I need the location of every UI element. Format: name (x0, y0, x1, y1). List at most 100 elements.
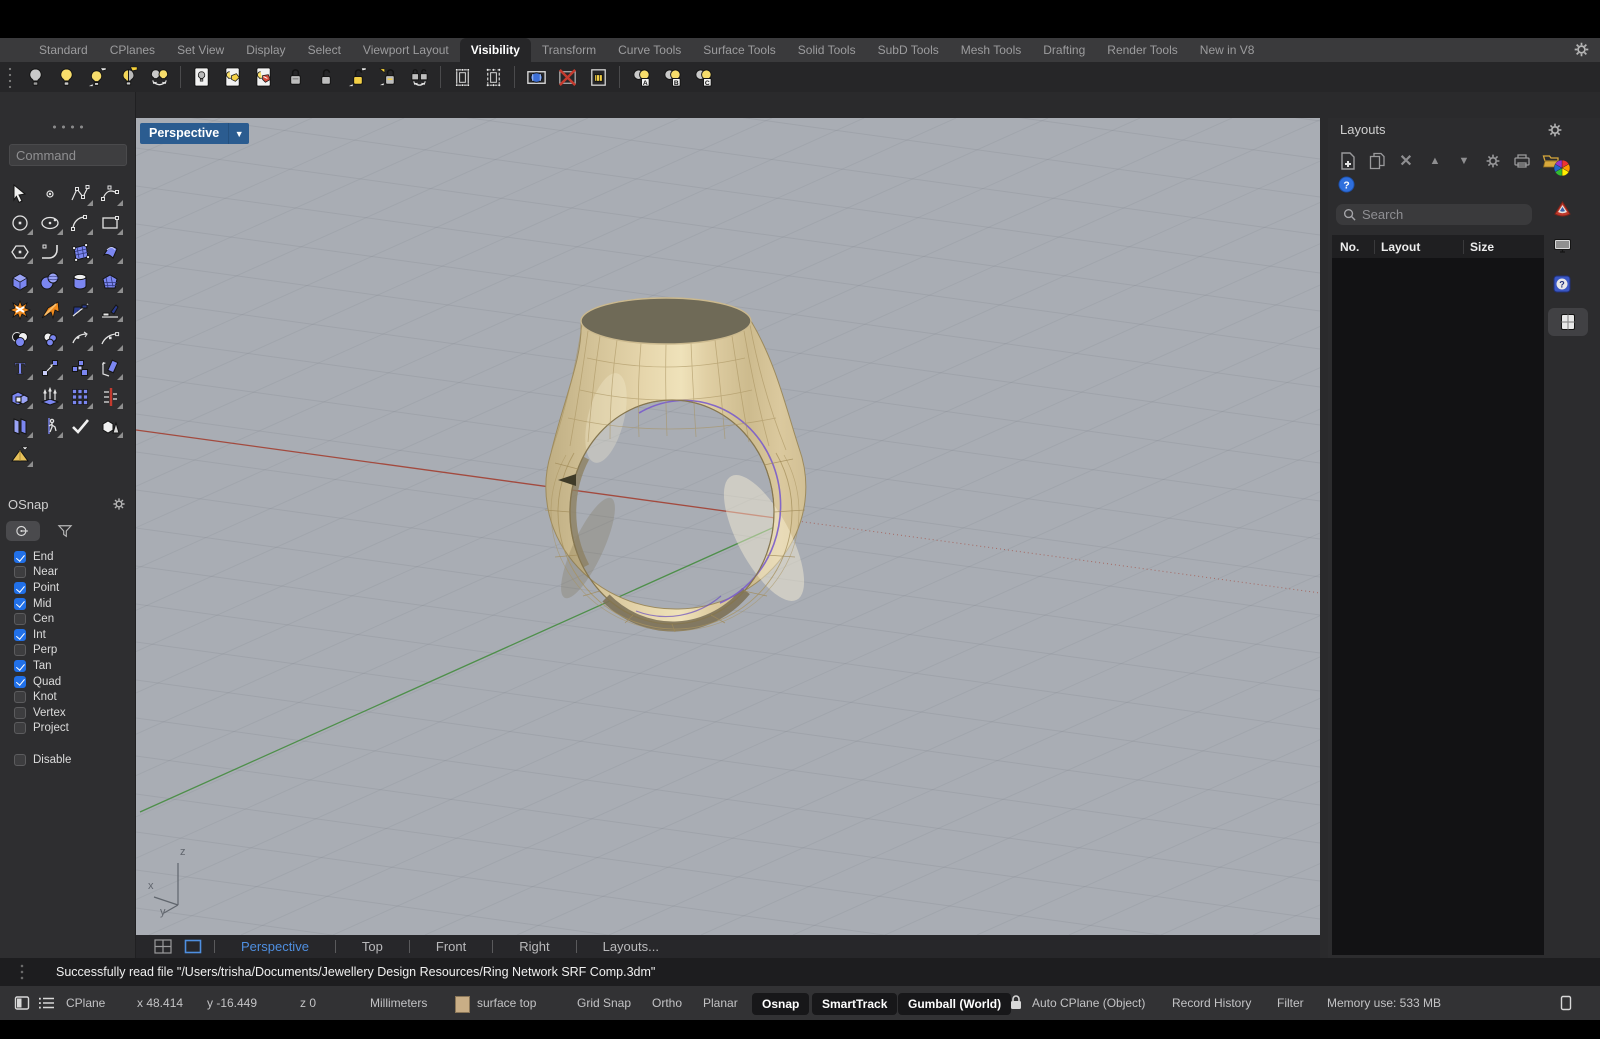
osnap-perp[interactable]: Perp (14, 643, 71, 659)
cplane-button[interactable]: CPlane (66, 986, 105, 1020)
rotate-tool-icon[interactable] (96, 354, 124, 381)
tab-curve-tools[interactable]: Curve Tools (607, 38, 692, 62)
hide-objects-icon[interactable] (22, 64, 48, 90)
surface-from-points-tool-icon[interactable] (66, 238, 94, 265)
coordinate-z[interactable]: z 0 (300, 986, 316, 1020)
tab-render-tools[interactable]: Render Tools (1096, 38, 1189, 62)
sidebar-drag-handle[interactable] (50, 125, 86, 129)
osnap-end[interactable]: End (14, 549, 71, 565)
tab-visibility[interactable]: Visibility (459, 38, 531, 62)
check-tool-icon[interactable] (66, 412, 94, 439)
render-panel-icon[interactable] (1548, 194, 1576, 222)
bulb-a-icon[interactable]: A (628, 64, 654, 90)
tab-cplanes[interactable]: CPlanes (99, 38, 166, 62)
print-icon[interactable] (1512, 152, 1532, 170)
control-point-curve-tool-icon[interactable] (66, 180, 94, 207)
box-tool-icon[interactable] (6, 267, 34, 294)
layout-properties-gear-icon[interactable] (1483, 152, 1503, 170)
history-drag-handle[interactable] (20, 963, 24, 981)
pyramid-tool-icon[interactable] (6, 441, 34, 468)
unlock-selected-icon[interactable] (344, 64, 370, 90)
display-panel-icon[interactable] (1548, 232, 1576, 260)
osnap-gear-icon[interactable] (112, 497, 126, 511)
command-history-bar[interactable]: Successfully read file "/Users/trisha/Do… (0, 958, 1600, 986)
boolean-difference-tool-icon[interactable] (36, 325, 64, 352)
offset-surface-tool-icon[interactable] (6, 412, 34, 439)
viewport-tab-top[interactable]: Top (336, 939, 409, 954)
column-no[interactable]: No. (1332, 240, 1374, 254)
coordinate-x[interactable]: x 48.414 (137, 986, 183, 1020)
show-render-mesh-icon[interactable] (523, 64, 549, 90)
ortho-toggle[interactable]: Ortho (652, 986, 682, 1020)
explode-tool-icon[interactable] (6, 296, 34, 323)
swap-locked-icon[interactable] (406, 64, 432, 90)
tab-mesh-tools[interactable]: Mesh Tools (950, 38, 1032, 62)
array-tool-icon[interactable] (66, 383, 94, 410)
filter-button[interactable]: Filter (1277, 986, 1304, 1020)
viewport-menu-chevron-icon[interactable]: ▼ (228, 123, 249, 144)
unlock-objects-icon[interactable] (313, 64, 339, 90)
rebuild-curve-tool-icon[interactable] (66, 325, 94, 352)
tab-subd-tools[interactable]: SubD Tools (867, 38, 950, 62)
osnap-tan[interactable]: Tan (14, 658, 71, 674)
checkbox-int[interactable] (14, 628, 26, 641)
command-input[interactable] (9, 144, 127, 166)
tab-set-view[interactable]: Set View (166, 38, 235, 62)
boolean-union-tool-icon[interactable] (6, 325, 34, 352)
checkbox-knot[interactable] (14, 691, 26, 704)
tab-standard[interactable]: Standard (28, 38, 99, 62)
show-render-in-detail-icon[interactable] (251, 64, 277, 90)
explode-surface-tool-icon[interactable] (36, 296, 64, 323)
toolbar-settings-gear-icon[interactable] (1573, 41, 1590, 58)
auto-cplane-button[interactable]: Auto CPlane (Object) (1032, 986, 1145, 1020)
checkbox-cen[interactable] (14, 613, 26, 626)
single-view-icon[interactable] (184, 939, 202, 954)
layouts-gear-icon[interactable] (1547, 122, 1563, 138)
extract-render-mesh-icon[interactable] (585, 64, 611, 90)
tab-display[interactable]: Display (235, 38, 296, 62)
enable-clipping-icon[interactable] (449, 64, 475, 90)
osnap-near[interactable]: Near (14, 565, 71, 581)
units-button[interactable]: Millimeters (370, 986, 427, 1020)
toolbar-drag-handle[interactable] (8, 66, 12, 88)
bulb-b-icon[interactable]: B (659, 64, 685, 90)
checkbox-tan[interactable] (14, 659, 26, 672)
osnap-vertex[interactable]: Vertex (14, 705, 71, 721)
move-tool-icon[interactable] (36, 354, 64, 381)
column-size[interactable]: Size (1463, 239, 1544, 254)
copy-layout-icon[interactable] (1367, 152, 1387, 170)
osnap-int[interactable]: Int (14, 627, 71, 643)
circle-tool-icon[interactable] (6, 209, 34, 236)
section-tool-icon[interactable] (96, 383, 124, 410)
bulb-c-icon[interactable]: C (690, 64, 716, 90)
curved-surface-tool-icon[interactable] (96, 238, 124, 265)
notifications-icon[interactable] (1560, 995, 1572, 1011)
swap-hidden-icon[interactable] (115, 64, 141, 90)
viewport-title[interactable]: Perspective (140, 123, 228, 144)
layouts-search-input[interactable] (1336, 204, 1532, 225)
mesh-box-tool-icon[interactable] (96, 267, 124, 294)
lock-selected-icon[interactable] (375, 64, 401, 90)
osnap-point[interactable]: Point (14, 580, 71, 596)
fillet-curve-tool-icon[interactable] (36, 238, 64, 265)
ellipse-tool-icon[interactable] (36, 209, 64, 236)
move-down-icon[interactable]: ▼ (1454, 152, 1474, 170)
color-wheel-icon[interactable] (1548, 154, 1576, 182)
cylinder-tool-icon[interactable] (66, 267, 94, 294)
checkbox-mid[interactable] (14, 597, 26, 610)
rectangle-tool-icon[interactable] (96, 209, 124, 236)
osnap-disable[interactable]: Disable (14, 752, 71, 768)
point-tool-icon[interactable] (36, 180, 64, 207)
checkbox-project[interactable] (14, 722, 26, 735)
copy-tool-icon[interactable] (66, 354, 94, 381)
record-history-toggle[interactable]: Record History (1172, 986, 1251, 1020)
tab-solid-tools[interactable]: Solid Tools (787, 38, 867, 62)
osnap-mid[interactable]: Mid (14, 596, 71, 612)
viewport-title-badge[interactable]: Perspective ▼ (140, 123, 250, 144)
pointer-tool-icon[interactable] (6, 180, 34, 207)
refit-curve-tool-icon[interactable] (96, 325, 124, 352)
checkbox-end[interactable] (14, 550, 26, 563)
curve-tool-icon[interactable] (96, 180, 124, 207)
checkbox-perp[interactable] (14, 644, 26, 657)
layouts-table-body[interactable] (1332, 258, 1544, 955)
